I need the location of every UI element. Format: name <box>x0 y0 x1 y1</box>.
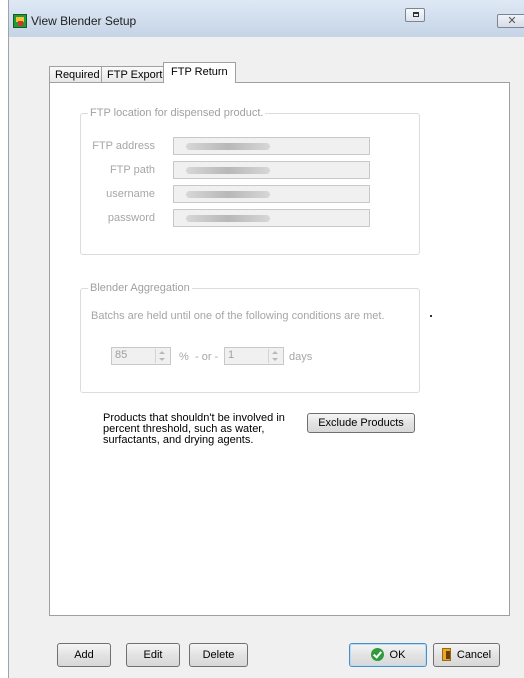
aggregation-description: Batchs are held until one of the followi… <box>91 310 385 322</box>
delete-button[interactable]: Delete <box>189 643 248 667</box>
ftp-address-input[interactable] <box>173 137 370 155</box>
stray-dot <box>430 315 432 317</box>
edit-button[interactable]: Edit <box>126 643 180 667</box>
redacted-value <box>186 143 270 150</box>
exclude-products-button[interactable]: Exclude Products <box>307 413 415 433</box>
blender-aggregation-legend: Blender Aggregation <box>88 281 192 295</box>
or-text: - or - <box>195 351 219 363</box>
app-icon <box>13 14 27 28</box>
title-bar: View Blender Setup ✕ <box>9 0 524 37</box>
percent-spinner[interactable]: 85 <box>111 347 171 365</box>
percent-value: 85 <box>115 349 128 361</box>
ftp-location-legend: FTP location for dispensed product. <box>88 106 266 120</box>
redacted-value <box>186 191 270 198</box>
ftp-location-group: FTP location for dispensed product. FTP … <box>80 106 420 255</box>
restore-button[interactable] <box>405 8 425 22</box>
redacted-value <box>186 167 270 174</box>
add-button[interactable]: Add <box>57 643 111 667</box>
days-unit: days <box>289 351 313 363</box>
ok-label: OK <box>389 649 406 662</box>
percent-unit: % <box>179 351 189 363</box>
cancel-button[interactable]: Cancel <box>433 643 500 667</box>
ftp-path-input[interactable] <box>173 161 370 179</box>
tab-required[interactable]: Required <box>49 66 106 83</box>
ftp-path-label: FTP path <box>109 164 155 176</box>
password-input[interactable] <box>173 209 370 227</box>
exclude-products-note: Products that shouldn't be involved in p… <box>103 412 285 446</box>
tab-ftp-return[interactable]: FTP Return <box>163 62 236 83</box>
username-input[interactable] <box>173 185 370 203</box>
window-title: View Blender Setup <box>31 14 137 28</box>
username-label: username <box>106 188 155 200</box>
ok-button[interactable]: OK <box>349 643 427 667</box>
ftp-address-label: FTP address <box>92 140 155 152</box>
days-spinner[interactable]: 1 <box>224 347 284 365</box>
close-button[interactable]: ✕ <box>497 14 524 28</box>
spinner-arrows-icon[interactable] <box>268 349 282 363</box>
password-label: password <box>107 212 155 224</box>
tab-ftp-export[interactable]: FTP Export <box>101 66 169 83</box>
blender-aggregation-group: Blender Aggregation Batchs are held unti… <box>80 281 420 393</box>
exit-door-icon <box>441 647 451 661</box>
cancel-label: Cancel <box>456 649 492 662</box>
dialog-window: View Blender Setup ✕ Required FTP Export… <box>8 0 524 678</box>
redacted-value <box>186 215 270 222</box>
spinner-arrows-icon[interactable] <box>155 349 169 363</box>
tab-panel-ftp-return: FTP location for dispensed product. FTP … <box>49 82 510 616</box>
days-value: 1 <box>228 349 235 361</box>
green-check-icon <box>370 647 384 661</box>
